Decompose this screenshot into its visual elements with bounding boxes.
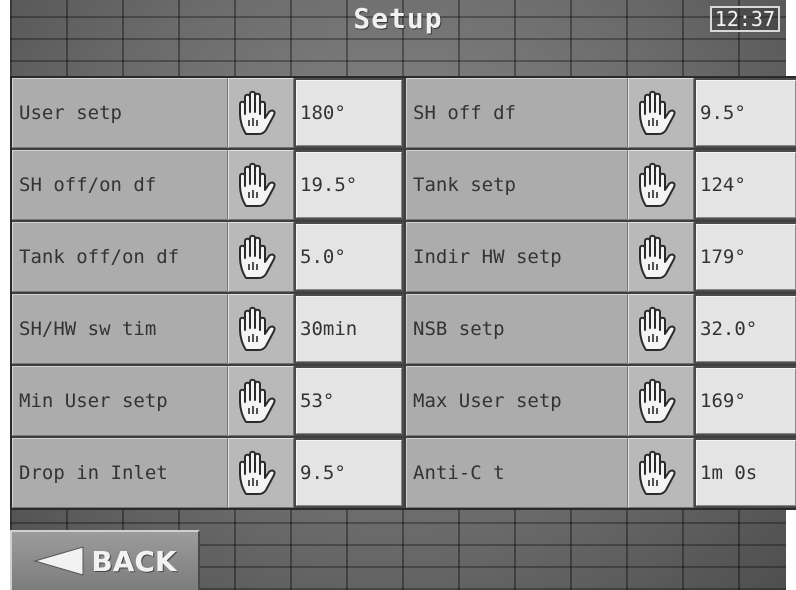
hand-icon	[639, 90, 676, 135]
edit-button[interactable]	[628, 78, 694, 148]
setting-row: NSB setp 32.0°	[406, 294, 796, 364]
setting-label: User setp	[12, 78, 228, 148]
setting-row: SH/HW sw tim 30min	[12, 294, 404, 364]
setting-label: Max User setp	[406, 366, 628, 436]
hand-icon	[639, 378, 676, 423]
edit-button[interactable]	[228, 150, 294, 220]
setting-row: User setp 180°	[12, 78, 404, 148]
setting-label: NSB setp	[406, 294, 628, 364]
edit-button[interactable]	[628, 294, 694, 364]
back-button-label: BACK	[91, 544, 177, 578]
setting-value[interactable]: 9.5°	[296, 440, 402, 506]
setting-value[interactable]: 180°	[296, 80, 402, 146]
setting-value[interactable]: 179°	[696, 224, 796, 290]
setting-label: Drop in Inlet	[12, 438, 228, 508]
hand-icon	[639, 450, 676, 495]
edit-button[interactable]	[228, 438, 294, 508]
setting-label: Tank off/on df	[12, 222, 228, 292]
edit-button[interactable]	[228, 366, 294, 436]
setting-label: Indir HW setp	[406, 222, 628, 292]
setting-row: SH off/on df 19.5°	[12, 150, 404, 220]
edit-button[interactable]	[228, 222, 294, 292]
edit-button[interactable]	[228, 294, 294, 364]
clock-display: 12:37	[709, 6, 780, 32]
setting-row: Min User setp 53°	[12, 366, 404, 436]
hand-icon	[239, 162, 276, 207]
settings-grid: User setp 180° SH off df 9.5° SH off/on …	[10, 76, 796, 510]
hand-icon	[239, 378, 276, 423]
edit-button[interactable]	[628, 150, 694, 220]
hand-icon	[639, 306, 676, 351]
setting-value[interactable]: 169°	[696, 368, 796, 434]
hand-icon	[239, 306, 276, 351]
setting-label: Tank setp	[406, 150, 628, 220]
setting-label: Anti-C t	[406, 438, 628, 508]
setting-row: Tank off/on df 5.0°	[12, 222, 404, 292]
setting-value[interactable]: 124°	[696, 152, 796, 218]
edit-button[interactable]	[228, 78, 294, 148]
setting-label: Min User setp	[12, 366, 228, 436]
setting-row: Anti-C t 1m 0s	[406, 438, 796, 508]
back-arrow-icon	[33, 546, 84, 576]
setting-row: Tank setp 124°	[406, 150, 796, 220]
setting-label: SH/HW sw tim	[12, 294, 228, 364]
hand-icon	[639, 162, 676, 207]
setting-value[interactable]: 32.0°	[696, 296, 796, 362]
hand-icon	[239, 90, 276, 135]
setting-row: SH off df 9.5°	[406, 78, 796, 148]
title-bar: Setup 12:37	[10, 0, 786, 40]
edit-button[interactable]	[628, 366, 694, 436]
setting-value[interactable]: 53°	[296, 368, 402, 434]
setting-value[interactable]: 5.0°	[296, 224, 402, 290]
setting-label: SH off/on df	[12, 150, 228, 220]
edit-button[interactable]	[628, 222, 694, 292]
setting-row: Max User setp 169°	[406, 366, 796, 436]
hand-icon	[239, 234, 276, 279]
setting-value[interactable]: 1m 0s	[696, 440, 796, 506]
setting-label: SH off df	[406, 78, 628, 148]
setting-value[interactable]: 9.5°	[696, 80, 796, 146]
page-title: Setup	[353, 2, 443, 35]
setting-value[interactable]: 19.5°	[296, 152, 402, 218]
edit-button[interactable]	[628, 438, 694, 508]
hand-icon	[239, 450, 276, 495]
hand-icon	[639, 234, 676, 279]
setting-row: Indir HW setp 179°	[406, 222, 796, 292]
setting-row: Drop in Inlet 9.5°	[12, 438, 404, 508]
setting-value[interactable]: 30min	[296, 296, 402, 362]
back-button[interactable]: BACK	[10, 530, 200, 590]
